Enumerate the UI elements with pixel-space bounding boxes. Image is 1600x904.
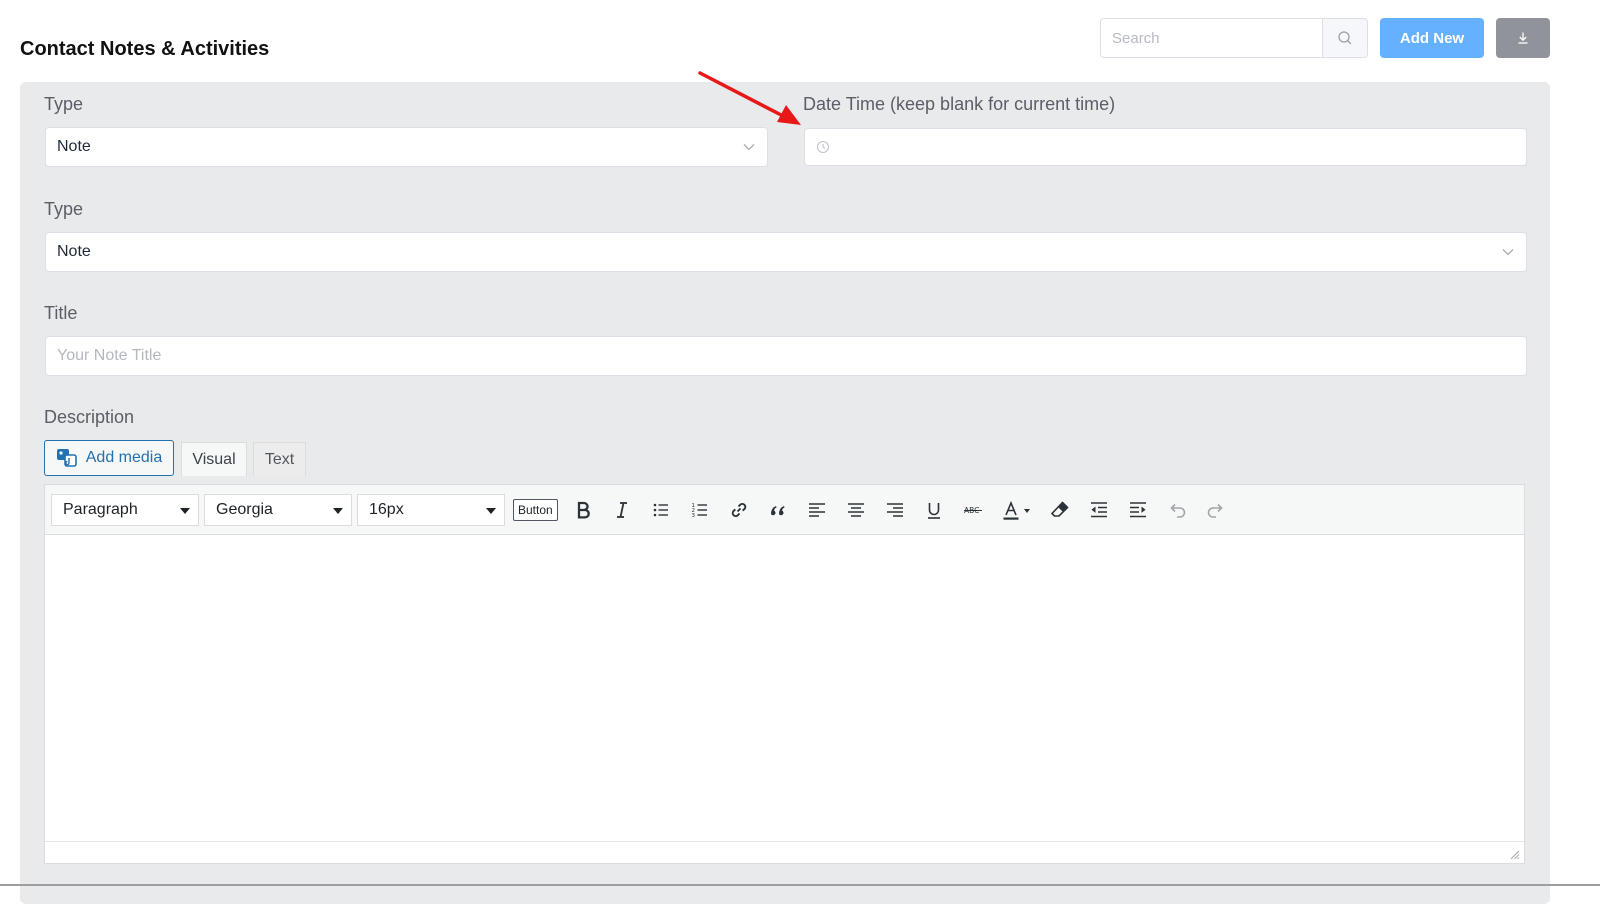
- page-bottom-divider: [0, 884, 1600, 886]
- underline-button[interactable]: [915, 494, 954, 526]
- editor-toolbar: Paragraph Georgia 16px Button 1 2 3 ABC: [45, 485, 1524, 535]
- align-left-icon: [809, 502, 826, 517]
- note-form-panel: Type Note Date Time (keep blank for curr…: [20, 82, 1550, 904]
- svg-text:3: 3: [692, 513, 696, 519]
- strikethrough-button[interactable]: ABC: [954, 494, 993, 526]
- redo-button[interactable]: [1197, 494, 1236, 526]
- tab-visual[interactable]: Visual: [181, 442, 247, 476]
- bullet-list-button[interactable]: [642, 494, 681, 526]
- resize-handle-icon[interactable]: [1508, 848, 1520, 860]
- caret-down-icon: [486, 507, 496, 514]
- datetime-label: Date Time (keep blank for current time): [803, 94, 1116, 114]
- rich-text-editor: Paragraph Georgia 16px Button 1 2 3 ABC: [44, 484, 1525, 864]
- font-family-select[interactable]: Georgia: [204, 493, 352, 526]
- align-left-button[interactable]: [798, 494, 837, 526]
- search-box: [1100, 18, 1368, 58]
- outdent-button[interactable]: [1080, 494, 1119, 526]
- datetime-input[interactable]: [804, 128, 1527, 166]
- add-media-icon: [56, 449, 77, 467]
- align-center-icon: [848, 502, 865, 517]
- add-new-button[interactable]: Add New: [1380, 18, 1484, 58]
- size-select-value: 16px: [369, 500, 404, 518]
- numbered-list-button[interactable]: 123: [681, 494, 720, 526]
- chevron-down-icon: [743, 144, 755, 151]
- redo-icon: [1207, 503, 1223, 518]
- align-right-button[interactable]: [876, 494, 915, 526]
- indent-icon: [1130, 501, 1147, 517]
- align-right-icon: [887, 502, 904, 517]
- title-label: Title: [44, 303, 78, 323]
- blockquote-button[interactable]: [759, 494, 798, 526]
- clear-formatting-icon: [1051, 500, 1069, 517]
- clock-icon: [816, 140, 830, 154]
- search-icon: [1338, 31, 1352, 45]
- type-select[interactable]: Note: [45, 127, 768, 167]
- undo-button[interactable]: [1158, 494, 1197, 526]
- download-icon: [1518, 32, 1528, 44]
- indent-button[interactable]: [1119, 494, 1158, 526]
- add-media-label: Add media: [85, 449, 163, 466]
- format-select[interactable]: Paragraph: [51, 493, 199, 526]
- text-color-button[interactable]: [993, 494, 1041, 526]
- page-title: Contact Notes & Activities: [20, 38, 270, 60]
- search-input[interactable]: [1101, 19, 1322, 57]
- format-select-value: Paragraph: [63, 500, 138, 518]
- add-media-button[interactable]: Add media: [44, 440, 174, 476]
- font-size-select[interactable]: 16px: [357, 493, 505, 526]
- link-button[interactable]: [720, 494, 759, 526]
- download-button[interactable]: [1496, 18, 1550, 58]
- underline-icon: [928, 502, 941, 519]
- outdent-icon: [1091, 501, 1108, 517]
- editor-content-area[interactable]: [45, 535, 1524, 841]
- text-color-icon: [1003, 500, 1030, 520]
- italic-icon: [617, 501, 628, 518]
- chevron-down-icon: [1502, 249, 1514, 256]
- clear-formatting-button[interactable]: [1041, 494, 1080, 526]
- italic-button[interactable]: [603, 494, 642, 526]
- type2-select-value: Note: [57, 243, 91, 260]
- description-label: Description: [44, 407, 135, 427]
- numbered-list-icon: 123: [692, 503, 708, 519]
- link-icon: [731, 502, 747, 517]
- tab-text[interactable]: Text: [253, 442, 306, 476]
- strikethrough-icon: ABC: [964, 506, 983, 515]
- type-select-value: Note: [57, 138, 91, 155]
- insert-button-button[interactable]: Button: [513, 498, 558, 521]
- type2-label: Type: [44, 199, 84, 219]
- undo-icon: [1170, 503, 1186, 518]
- caret-down-icon: [333, 507, 343, 514]
- bold-icon: [578, 501, 591, 519]
- title-input[interactable]: Your Note Title: [45, 336, 1527, 376]
- type2-select[interactable]: Note: [45, 232, 1527, 272]
- align-center-button[interactable]: [837, 494, 876, 526]
- blockquote-icon: [771, 505, 785, 515]
- editor-status-bar: [45, 841, 1524, 863]
- bullet-list-icon: [653, 503, 669, 516]
- title-input-placeholder: Your Note Title: [57, 347, 162, 364]
- type-label: Type: [44, 94, 84, 114]
- caret-down-icon: [180, 507, 190, 514]
- search-button[interactable]: [1322, 19, 1367, 57]
- font-select-value: Georgia: [216, 500, 273, 518]
- bold-button[interactable]: [564, 494, 603, 526]
